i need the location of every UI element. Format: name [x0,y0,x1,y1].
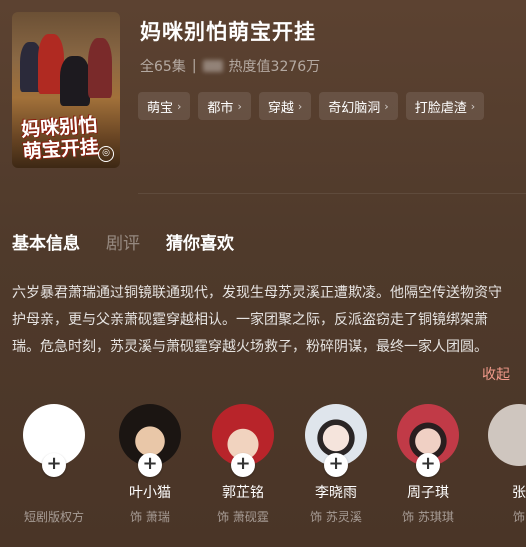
chevron-right-icon: › [297,99,303,113]
cast-role: 饰 萧瑞 [130,510,170,524]
tab-bar: 基本信息 剧评 猜你喜欢 [12,229,234,254]
cast-name: 李晓雨 [315,485,357,501]
collapse-link[interactable]: 收起 [482,364,510,384]
tag-chip[interactable]: 奇幻脑洞 › [319,92,398,120]
drama-poster[interactable]: 妈咪别怕萌宝开挂 ◎ [12,12,120,168]
synopsis-text: 六岁暴君萧瑞通过铜镜联通现代，发现生母苏灵溪正遭欺凌。他隔空传送物资守护母亲，更… [12,285,502,355]
plus-icon[interactable]: + [416,453,440,477]
tag-chip[interactable]: 打脸虐渣 › [405,92,485,120]
cast-member[interactable]: + 郭芷铭 饰 萧砚霆 [196,404,290,525]
cast-name: 叶小猫 [129,485,171,501]
cast-role: 短剧版权方 [23,510,84,524]
drama-meta: 全65集 | 热度值3276万 [140,56,320,76]
plus-icon[interactable]: + [42,453,66,477]
cast-member[interactable]: + 周子琪 饰 苏琪琪 [381,404,475,525]
cast-name: 张 [512,485,526,501]
chevron-right-icon: › [237,99,242,113]
tag-chip[interactable]: 都市 › [198,92,251,120]
cast-member[interactable]: + 叶小猫 饰 萧瑞 [103,404,197,525]
cast-role: 饰 萧砚霆 [217,510,269,524]
plus-icon[interactable]: + [138,453,162,477]
tag-label: 打脸虐渣 [414,100,467,116]
cast-list: + 短剧版权方 + 叶小猫 饰 萧瑞 + 郭芷铭 饰 萧砚霆 + 李晓雨 饰 苏… [0,404,526,534]
chevron-right-icon: › [470,99,476,113]
cast-role: 饰 苏灵溪 [310,510,362,524]
cast-name [7,482,101,502]
chevron-right-icon: › [177,99,182,113]
cast-name: 郭芷铭 [222,485,264,501]
tab-basic-info[interactable]: 基本信息 [12,229,80,254]
cast-name: 周子琪 [407,485,449,501]
tag-chip[interactable]: 萌宝 › [138,92,191,120]
plus-icon[interactable]: + [324,453,348,477]
poster-figure [88,38,112,98]
tab-reviews[interactable]: 剧评 [106,229,140,254]
avatar [488,404,526,466]
tag-label: 奇幻脑洞 [328,100,381,116]
tag-label: 都市 [207,100,234,116]
tag-chip[interactable]: 穿越 › [258,92,312,120]
badge-icon: ◎ [98,146,114,162]
divider [138,193,526,194]
heat-value: 热度值3276万 [228,59,321,75]
cast-role: 饰 [512,510,525,524]
tag-label: 萌宝 [147,100,174,116]
cast-member[interactable]: + 李晓雨 饰 苏灵溪 [289,404,383,525]
blurred-icon [202,60,223,72]
episode-count: 全65集 [140,59,186,75]
cast-role: 饰 苏琪琪 [402,510,454,524]
cast-member[interactable]: 张 饰 [472,404,526,525]
tag-list: 萌宝 › 都市 › 穿越 › 奇幻脑洞 › 打脸虐渣 › [138,92,485,120]
meta-separator: | [191,58,197,74]
cast-member[interactable]: + 短剧版权方 [7,404,101,525]
tab-recommendations[interactable]: 猜你喜欢 [166,229,234,254]
drama-title: 妈咪别怕萌宝开挂 [140,20,316,44]
chevron-right-icon: › [384,99,389,113]
tag-label: 穿越 [267,100,294,116]
poster-figure [60,56,90,106]
plus-icon[interactable]: + [231,453,255,477]
